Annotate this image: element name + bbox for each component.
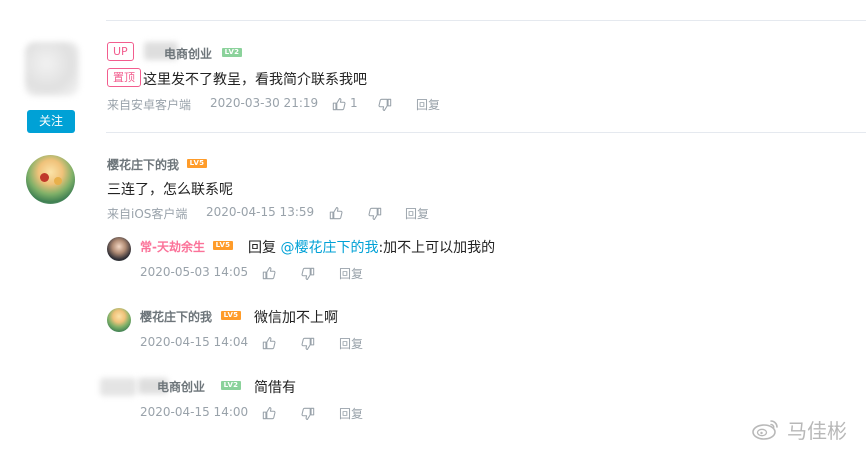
- level-badge: LV5: [187, 159, 207, 168]
- dislike-icon[interactable]: [301, 407, 315, 421]
- level-badge: LV2: [221, 381, 241, 390]
- reply-text: 回复 @樱花庄下的我:加不上可以加我的: [248, 237, 495, 257]
- username[interactable]: 常-天劫余生: [140, 238, 205, 255]
- timestamp: 2020-04-15 13:59: [206, 205, 315, 219]
- username[interactable]: 电商创业: [164, 45, 212, 62]
- dislike-icon[interactable]: [368, 207, 382, 221]
- comment-text: 这里发不了教呈，看我简介联系我吧: [143, 72, 367, 88]
- timestamp: 2020-05-03 14:05: [140, 265, 249, 279]
- follow-button[interactable]: 关注: [27, 110, 75, 133]
- client-source: 来自iOS客户端: [107, 207, 188, 221]
- reply-button[interactable]: 回复: [405, 205, 429, 222]
- level-badge: LV5: [221, 311, 241, 320]
- reply-button[interactable]: 回复: [339, 335, 363, 352]
- like-icon[interactable]: [262, 336, 276, 350]
- like-icon[interactable]: [332, 97, 346, 111]
- reply-button[interactable]: 回复: [339, 405, 363, 422]
- avatar[interactable]: [107, 308, 131, 332]
- comment-text: 三连了，怎么联系呢: [107, 182, 233, 198]
- avatar[interactable]: [107, 237, 131, 261]
- timestamp: 2020-04-15 14:04: [140, 335, 249, 349]
- reply-body: :加不上可以加我的: [378, 240, 496, 256]
- username[interactable]: 樱花庄下的我: [140, 308, 212, 325]
- avatar[interactable]: [100, 378, 136, 396]
- watermark: 马佳彬: [751, 414, 847, 444]
- pinned-tag: 置顶: [107, 68, 141, 87]
- like-icon[interactable]: [262, 266, 276, 280]
- dislike-icon[interactable]: [301, 337, 315, 351]
- divider: [106, 132, 866, 133]
- mention-link[interactable]: @樱花庄下的我: [280, 240, 378, 256]
- client-source: 来自安卓客户端: [107, 98, 192, 112]
- weibo-icon: [751, 417, 781, 441]
- avatar[interactable]: [26, 155, 75, 204]
- watermark-text: 马佳彬: [787, 418, 847, 443]
- username[interactable]: 樱花庄下的我: [107, 156, 179, 173]
- timestamp: 2020-04-15 14:00: [140, 405, 249, 419]
- like-icon[interactable]: [262, 406, 276, 420]
- up-tag: UP: [107, 42, 134, 61]
- level-badge: LV5: [213, 241, 233, 250]
- dislike-icon[interactable]: [378, 98, 392, 112]
- avatar[interactable]: [25, 42, 79, 96]
- divider: [106, 20, 866, 21]
- reply-text: 微信加不上啊: [254, 310, 338, 326]
- level-badge: LV2: [222, 48, 242, 57]
- reply-button[interactable]: 回复: [339, 265, 363, 282]
- reply-button[interactable]: 回复: [416, 96, 440, 113]
- reply-text: 简借有: [254, 380, 296, 396]
- username[interactable]: 电商创业: [157, 378, 205, 395]
- timestamp: 2020-03-30 21:19: [210, 96, 319, 110]
- like-count: 1: [350, 96, 358, 110]
- reply-prefix: 回复: [248, 240, 276, 256]
- dislike-icon[interactable]: [301, 267, 315, 281]
- like-icon[interactable]: [329, 206, 343, 220]
